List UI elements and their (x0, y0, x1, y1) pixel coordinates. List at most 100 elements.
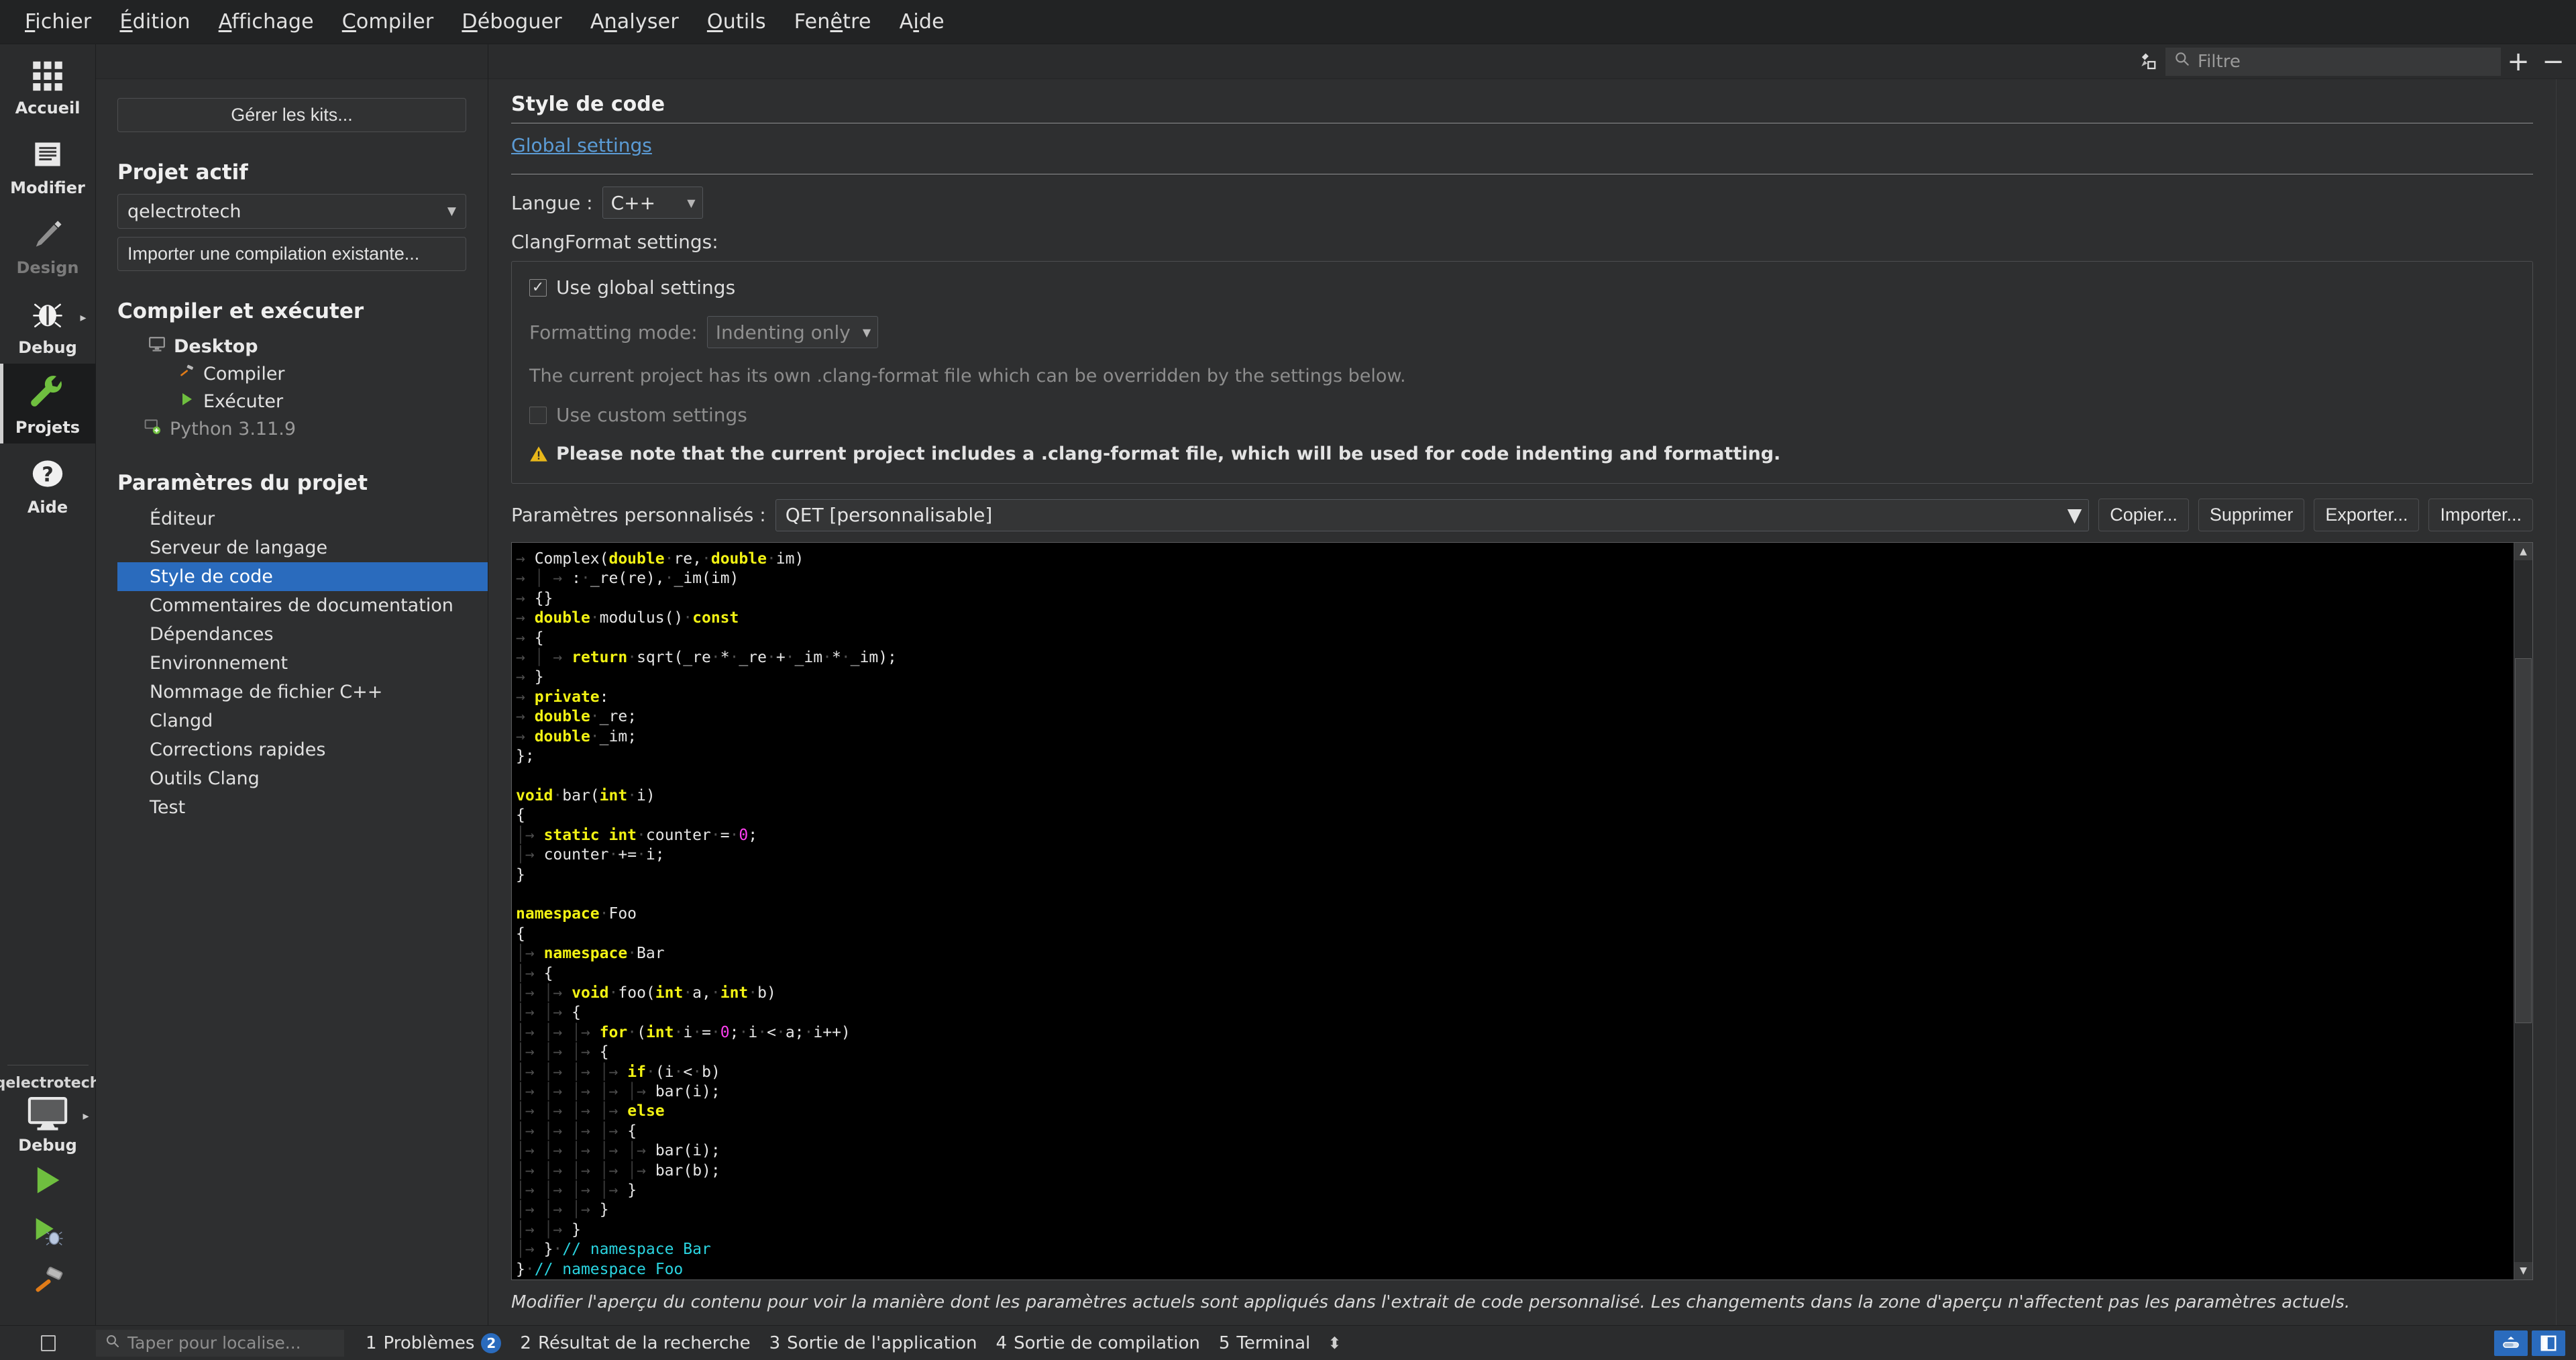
scrollbar-thumb[interactable] (2515, 658, 2532, 1024)
active-project-value: qelectrotech (127, 201, 241, 222)
kit-selector[interactable]: qelectrotech ▸ Debug (0, 1057, 100, 1325)
code-line: → │ → return·sqrt(_re·*·_re·+·_im·*·_im)… (516, 649, 897, 667)
code-line: │→ }·// namespace Bar (516, 1241, 711, 1259)
tree-item-compiler[interactable]: Compiler (117, 360, 466, 388)
use-custom-settings-checkbox[interactable]: Use custom settings (529, 404, 2515, 426)
code-line: │→ │→ │→ │→ │→ bar(b); (516, 1161, 720, 1180)
menu-item-dboguer[interactable]: Déboguer (447, 6, 576, 38)
panel-toggle-icon (40, 1335, 56, 1351)
up-down-icon[interactable]: ⬍ (1320, 1335, 1349, 1351)
output-label: Sortie de l'application (787, 1332, 977, 1353)
menu-item-fentre[interactable]: Fenêtre (780, 6, 885, 38)
active-project-combo[interactable]: qelectrotech ▼ (117, 194, 466, 229)
main-area: Filtre + − Style de code Global settings… (488, 44, 2576, 1325)
menu-item-affichage[interactable]: Affichage (205, 6, 328, 38)
tree-item-label: Desktop (174, 336, 258, 357)
settings-item-corrections-rapides[interactable]: Corrections rapides (117, 735, 488, 764)
output-button-r-sultat-de-la-recherche[interactable]: 2 Résultat de la recherche (511, 1329, 759, 1357)
filter-input[interactable]: Filtre (2165, 47, 2501, 76)
settings-item-outils-clang[interactable]: Outils Clang (117, 764, 488, 793)
manage-kits-button[interactable]: Gérer les kits... (117, 98, 466, 132)
chevron-down-icon: ▼ (2067, 504, 2082, 526)
import-build-button[interactable]: Importer une compilation existante... (117, 237, 466, 271)
tree-item-label: Exécuter (203, 391, 284, 412)
use-global-settings-checkbox[interactable]: ✓ Use global settings (529, 276, 2515, 299)
settings-item-nommage-de-fichier-c-[interactable]: Nommage de fichier C++ (117, 678, 488, 707)
settings-item-commentaires-de-documentation[interactable]: Commentaires de documentation (117, 591, 488, 620)
menu-item-outils[interactable]: Outils (693, 6, 780, 38)
menu-item-compiler[interactable]: Compiler (328, 6, 448, 38)
mode-projets[interactable]: Projets (0, 364, 96, 443)
clangformat-label: ClangFormat settings: (511, 231, 718, 253)
export-button[interactable]: Exporter... (2314, 499, 2420, 531)
code-preview-area[interactable]: → Complex(double·re,·double·im) → │ → :·_… (511, 542, 2533, 1280)
settings-item-serveur-de-langage[interactable]: Serveur de langage (117, 533, 488, 562)
copy-button[interactable]: Copier... (2098, 499, 2189, 531)
run-button[interactable] (0, 1155, 96, 1206)
menu-item-analyser[interactable]: Analyser (576, 6, 693, 38)
grid-icon (27, 54, 68, 95)
custom-settings-combo[interactable]: QET [personnalisable] ▼ (775, 499, 2090, 531)
import-button[interactable]: Importer... (2428, 499, 2533, 531)
body-row: Accueil Modifier Design Debug ▸ Projets? Aide … (0, 44, 2576, 1325)
code-preview-text[interactable]: → Complex(double·re,·double·im) → │ → :·_… (512, 543, 2514, 1279)
scroll-up-arrow[interactable]: ▲ (2514, 543, 2532, 560)
tree-item-desktop[interactable]: Desktop (117, 333, 466, 360)
code-line: │→ │→ │→ │→ if·(i·<·b) (516, 1063, 720, 1081)
mode-aide[interactable]: ? Aide (0, 443, 96, 523)
menu-item-aide[interactable]: Aide (885, 6, 959, 38)
add-button[interactable]: + (2501, 48, 2536, 76)
progress-bar-icon[interactable] (2494, 1330, 2528, 1356)
code-line: │→ │→ │→ │→ │→ bar(i); (516, 1082, 720, 1100)
settings-item-environnement[interactable]: Environnement (117, 649, 488, 678)
output-button-probl-mes[interactable]: 1 Problèmes 2 (356, 1329, 511, 1357)
settings-item-clangd[interactable]: Clangd (117, 707, 488, 735)
scrollbar-track[interactable] (2514, 560, 2532, 1262)
menu-item-dition[interactable]: Édition (105, 6, 204, 38)
settings-item-style-de-code[interactable]: Style de code (117, 562, 488, 591)
settings-item--diteur[interactable]: Éditeur (117, 505, 488, 533)
code-line: → } (516, 668, 544, 686)
main-toolbar: Filtre + − (488, 44, 2576, 79)
output-button-sortie-de-l-application[interactable]: 3 Sortie de l'application (760, 1329, 987, 1357)
sidebar-toggle-icon[interactable] (2532, 1330, 2565, 1356)
language-value: C++ (610, 191, 656, 214)
mode-label: Design (16, 258, 79, 277)
mode-accueil[interactable]: Accueil (0, 44, 96, 124)
locator-input[interactable]: Taper pour localise... (96, 1329, 344, 1357)
scroll-down-arrow[interactable]: ▼ (2514, 1261, 2532, 1279)
delete-button[interactable]: Supprimer (2198, 499, 2305, 531)
mode-label: Modifier (10, 178, 85, 197)
mode-design[interactable]: Design (0, 204, 96, 284)
settings-item-test[interactable]: Test (117, 793, 488, 822)
output-label: Terminal (1236, 1332, 1311, 1353)
locator-placeholder: Taper pour localise... (127, 1333, 301, 1353)
code-line: │→ counter·+=·i; (516, 846, 665, 864)
broom-icon[interactable] (2129, 45, 2165, 79)
mode-selector-bar: Accueil Modifier Design Debug ▸ Projets? Aide … (0, 44, 100, 1325)
language-combo[interactable]: C++ ▼ (602, 187, 703, 219)
panel-toggle-button[interactable] (0, 1335, 96, 1351)
output-button-terminal[interactable]: 5 Terminal (1210, 1329, 1320, 1357)
page-title: Style de code (511, 93, 665, 116)
remove-button[interactable]: − (2536, 48, 2571, 76)
settings-item-d-pendances[interactable]: Dépendances (117, 620, 488, 649)
code-line: → double·_im; (516, 727, 637, 745)
code-line: │→ namespace·Bar (516, 945, 665, 963)
build-button[interactable] (0, 1257, 96, 1308)
menu-item-fichier[interactable]: Fichier (11, 6, 105, 38)
mode-modifier[interactable]: Modifier (0, 124, 96, 204)
debug-button[interactable] (0, 1206, 96, 1257)
formatting-mode-combo[interactable]: Indenting only ▼ (706, 316, 879, 348)
code-line: │→ │→ │→ │→ else (516, 1102, 665, 1120)
tree-item-ex-cuter[interactable]: Exécuter (117, 388, 466, 415)
document-icon (27, 134, 68, 175)
global-settings-link[interactable]: Global settings (511, 134, 2533, 156)
code-line: → Complex(double·re,·double·im) (516, 550, 804, 568)
mode-debug[interactable]: Debug ▸ (0, 284, 96, 364)
code-preview-scrollbar[interactable]: ▲ ▼ (2514, 543, 2532, 1279)
formatting-mode-value: Indenting only (715, 321, 851, 344)
tree-item-python-3-11-9[interactable]: Python 3.11.9 (117, 415, 466, 443)
status-right-toggles (2494, 1330, 2569, 1356)
output-button-sortie-de-compilation[interactable]: 4 Sortie de compilation (987, 1329, 1210, 1357)
